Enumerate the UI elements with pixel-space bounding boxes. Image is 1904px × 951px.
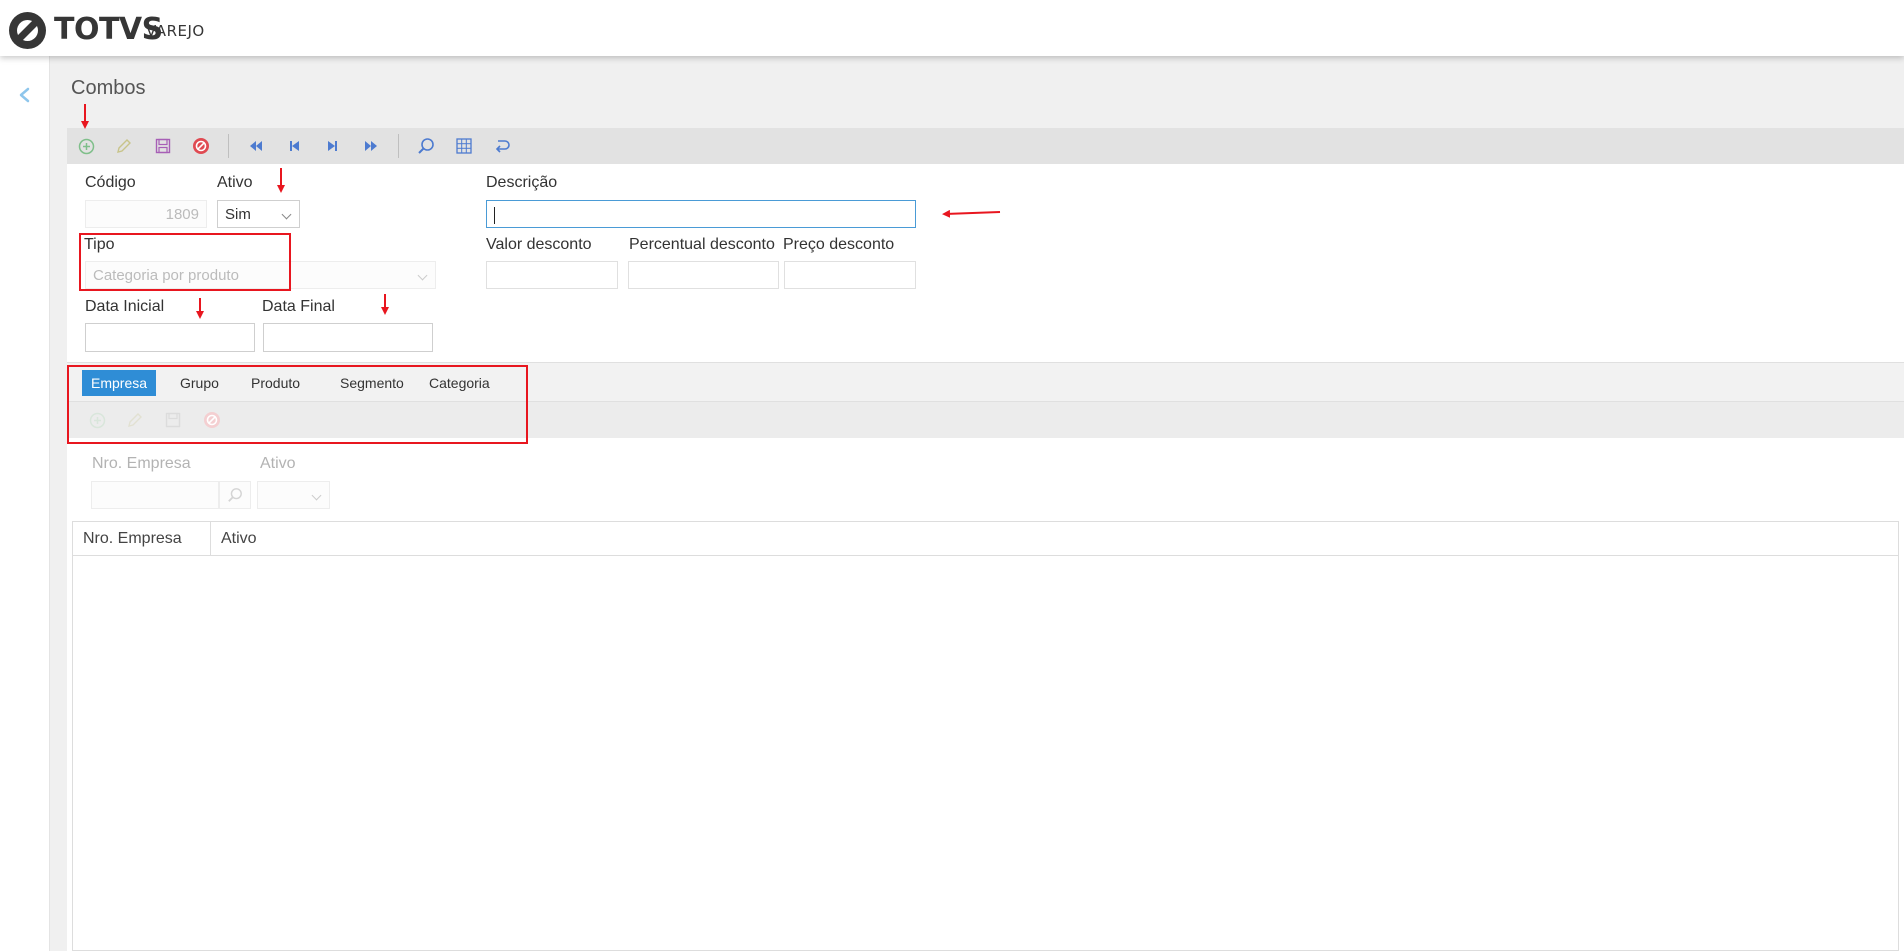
annotation-box-tabs (67, 365, 528, 444)
add-icon[interactable] (76, 136, 96, 156)
grid-icon[interactable] (454, 136, 474, 156)
valor-desconto-label: Valor desconto (486, 236, 592, 253)
top-bar: TOTVS VAREJO (0, 0, 1904, 56)
ativo-select-value: Sim (225, 205, 251, 223)
left-rail (0, 56, 50, 951)
first-record-icon[interactable] (246, 136, 266, 156)
cancel-icon[interactable] (191, 136, 211, 156)
column-header-nro-empresa[interactable]: Nro. Empresa (73, 522, 211, 556)
chevron-down-icon (417, 270, 428, 281)
brand-subtitle: VAREJO (146, 22, 205, 40)
codigo-field: 1809 (85, 200, 207, 228)
descricao-label: Descrição (486, 174, 558, 191)
empresa-grid: Nro. Empresa Ativo (72, 521, 1899, 951)
search-icon[interactable] (416, 136, 436, 156)
edit-icon[interactable] (114, 136, 134, 156)
form-panel: Código 1809 Ativo Sim Descrição Tipo Cat… (67, 128, 1904, 951)
ativo-select[interactable]: Sim (217, 200, 300, 228)
totvs-logo-icon (9, 12, 46, 49)
text-cursor (494, 207, 495, 224)
data-inicial-field[interactable] (85, 323, 255, 352)
nro-empresa-lookup-button[interactable] (219, 481, 251, 509)
sub-ativo-select[interactable] (257, 481, 330, 509)
preco-desconto-field[interactable] (784, 261, 916, 289)
save-icon[interactable] (153, 136, 173, 156)
chevron-down-icon (311, 490, 322, 501)
last-record-icon[interactable] (361, 136, 381, 156)
page-title: Combos (71, 77, 146, 99)
percentual-desconto-field[interactable] (628, 261, 779, 289)
chevron-left-icon[interactable] (16, 86, 34, 104)
annotation-box-tipo (79, 233, 291, 291)
nro-empresa-label: Nro. Empresa (92, 455, 191, 472)
percentual-desconto-label: Percentual desconto (629, 236, 775, 253)
codigo-label: Código (85, 174, 136, 191)
sub-ativo-label: Ativo (260, 455, 296, 472)
data-inicial-label: Data Inicial (85, 298, 165, 315)
undo-icon[interactable] (492, 136, 512, 156)
data-final-label: Data Final (262, 298, 335, 315)
previous-record-icon[interactable] (284, 136, 304, 156)
main-toolbar (67, 128, 1904, 164)
descricao-field[interactable] (486, 200, 916, 228)
toolbar-divider (228, 134, 229, 158)
preco-desconto-label: Preço desconto (783, 236, 895, 253)
ativo-label: Ativo (217, 174, 253, 191)
grid-header: Nro. Empresa Ativo (73, 522, 1898, 556)
search-icon (228, 488, 242, 502)
column-header-ativo[interactable]: Ativo (211, 522, 511, 556)
next-record-icon[interactable] (323, 136, 343, 156)
nro-empresa-field[interactable] (91, 481, 219, 509)
valor-desconto-field[interactable] (486, 261, 618, 289)
toolbar-divider (398, 134, 399, 158)
chevron-down-icon (281, 209, 292, 220)
data-final-field[interactable] (263, 323, 433, 352)
